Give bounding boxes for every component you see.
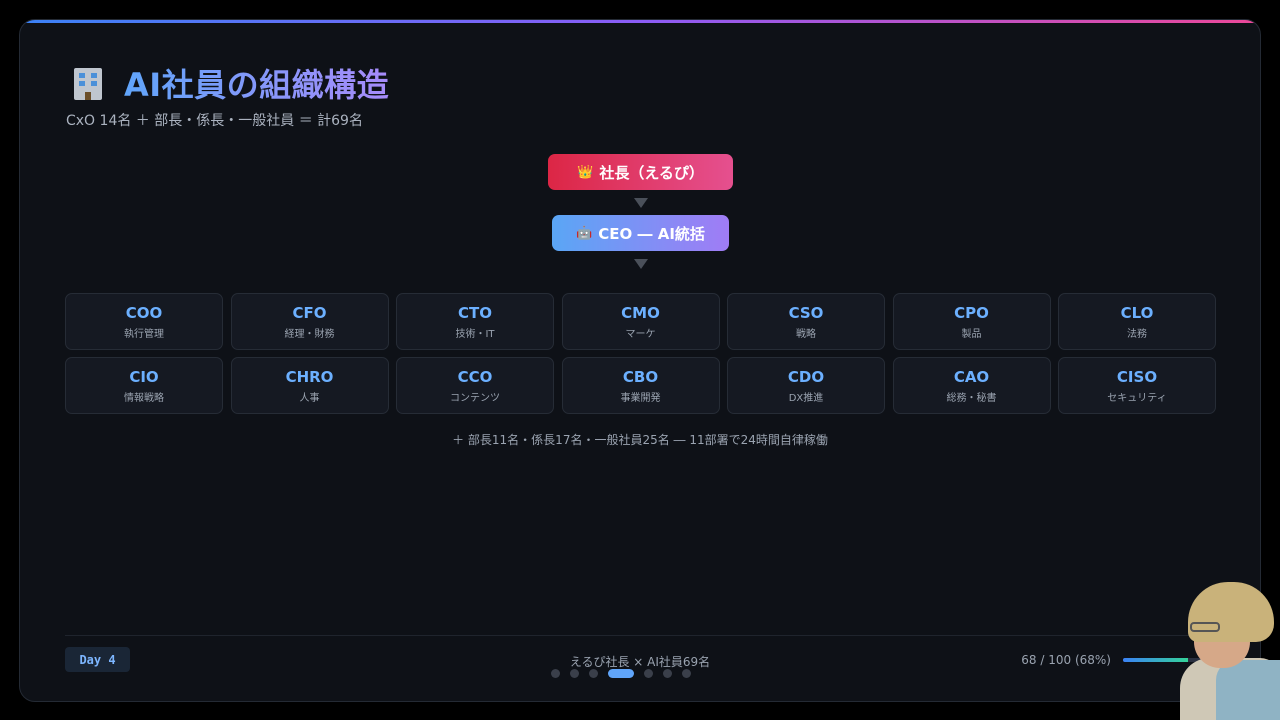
role-card-cco[interactable]: CCO コンテンツ [396,357,554,414]
role-department: 戦略 [796,328,816,340]
slide: AI社員の組織構造 CxO 14名 ＋ 部長・係長・一般社員 ＝ 計69名 👑 … [19,19,1261,702]
role-department: 法務 [1127,328,1147,340]
cxo-grid: COO 執行管理 CFO 経理・財務 CTO 技術・IT CMO マーケ CSO 戦略 CPO 製品 C… [65,293,1216,414]
role-title: CIO [129,367,159,386]
president-box: 👑 社長（えるぴ） [548,154,733,190]
role-title: CTO [458,303,492,322]
role-title: CFO [292,303,327,322]
robot-icon: 🤖 [576,225,593,241]
role-department: 技術・IT [455,328,495,340]
role-department: セキュリティ [1107,392,1167,404]
role-title: CDO [787,367,825,386]
role-department: 事業開発 [620,392,661,404]
pagination-dot[interactable] [608,669,634,678]
role-card-cio[interactable]: CIO 情報戦略 [65,357,223,414]
role-card-cso[interactable]: CSO 戦略 [727,293,885,350]
role-card-ciso[interactable]: CISO セキュリティ [1058,357,1216,414]
role-title: CBO [622,367,659,386]
role-card-cmo[interactable]: CMO マーケ [561,293,720,350]
role-department: 製品 [961,328,982,340]
role-title: CMO [621,303,660,322]
role-title: CCO [457,367,493,386]
page-subtitle: CxO 14名 ＋ 部長・係長・一般社員 ＝ 計69名 [66,113,363,129]
page-title: AI社員の組織構造 [124,60,389,106]
role-department: マーケ [625,328,656,340]
role-card-cdo[interactable]: CDO DX推進 [727,357,885,414]
pagination-dot[interactable] [663,669,672,678]
role-department: 執行管理 [124,328,164,340]
role-card-clo[interactable]: CLO 法務 [1058,293,1216,350]
progress-text: 68 / 100 (68%) [1021,653,1111,667]
crown-icon: 👑 [577,164,594,180]
title-row: AI社員の組織構造 [70,62,389,104]
pagination-dot[interactable] [589,669,598,678]
role-department: 経理・財務 [284,328,335,340]
ceo-box: 🤖 CEO ― AI統括 [552,215,729,251]
top-accent-bar [20,20,1260,23]
pagination-dot[interactable] [682,669,691,678]
role-card-cao[interactable]: CAO 総務・秘書 [892,357,1051,414]
arrow-down-icon [634,198,648,208]
ceo-label: CEO ― AI統括 [598,224,705,243]
role-department: 情報戦略 [124,392,164,404]
office-building-icon [70,64,106,102]
slide-pagination [551,669,701,678]
role-title: CLO [1120,303,1154,322]
pagination-dot[interactable] [570,669,579,678]
role-department: DX推進 [788,392,824,404]
role-card-cbo[interactable]: CBO 事業開発 [561,357,720,414]
role-card-cto[interactable]: CTO 技術・IT [396,293,554,350]
role-title: COO [125,303,163,322]
role-title: CISO [1116,367,1158,386]
role-department: コンテンツ [450,392,500,404]
role-title: CPO [954,303,989,322]
staff-footnote: ＋ 部長11名・係長17名・一般社員25名 ― 11部署で24時間自律稼働 [452,433,828,447]
role-title: CAO [953,367,990,386]
role-title: CHRO [285,367,334,386]
role-card-cfo[interactable]: CFO 経理・財務 [230,293,389,350]
footer-divider [65,635,1215,636]
role-card-chro[interactable]: CHRO 人事 [230,357,389,414]
presenter-webcam [1180,578,1280,720]
president-label: 社長（えるぴ） [599,163,704,182]
role-department: 総務・秘書 [946,392,997,404]
pagination-dot[interactable] [644,669,653,678]
role-department: 人事 [299,392,320,404]
role-card-cpo[interactable]: CPO 製品 [892,293,1051,350]
progress-bar-fill [1123,658,1188,662]
arrow-down-icon [634,259,648,269]
pagination-dot[interactable] [551,669,560,678]
role-title: CSO [788,303,824,322]
role-card-coo[interactable]: COO 執行管理 [65,293,223,350]
